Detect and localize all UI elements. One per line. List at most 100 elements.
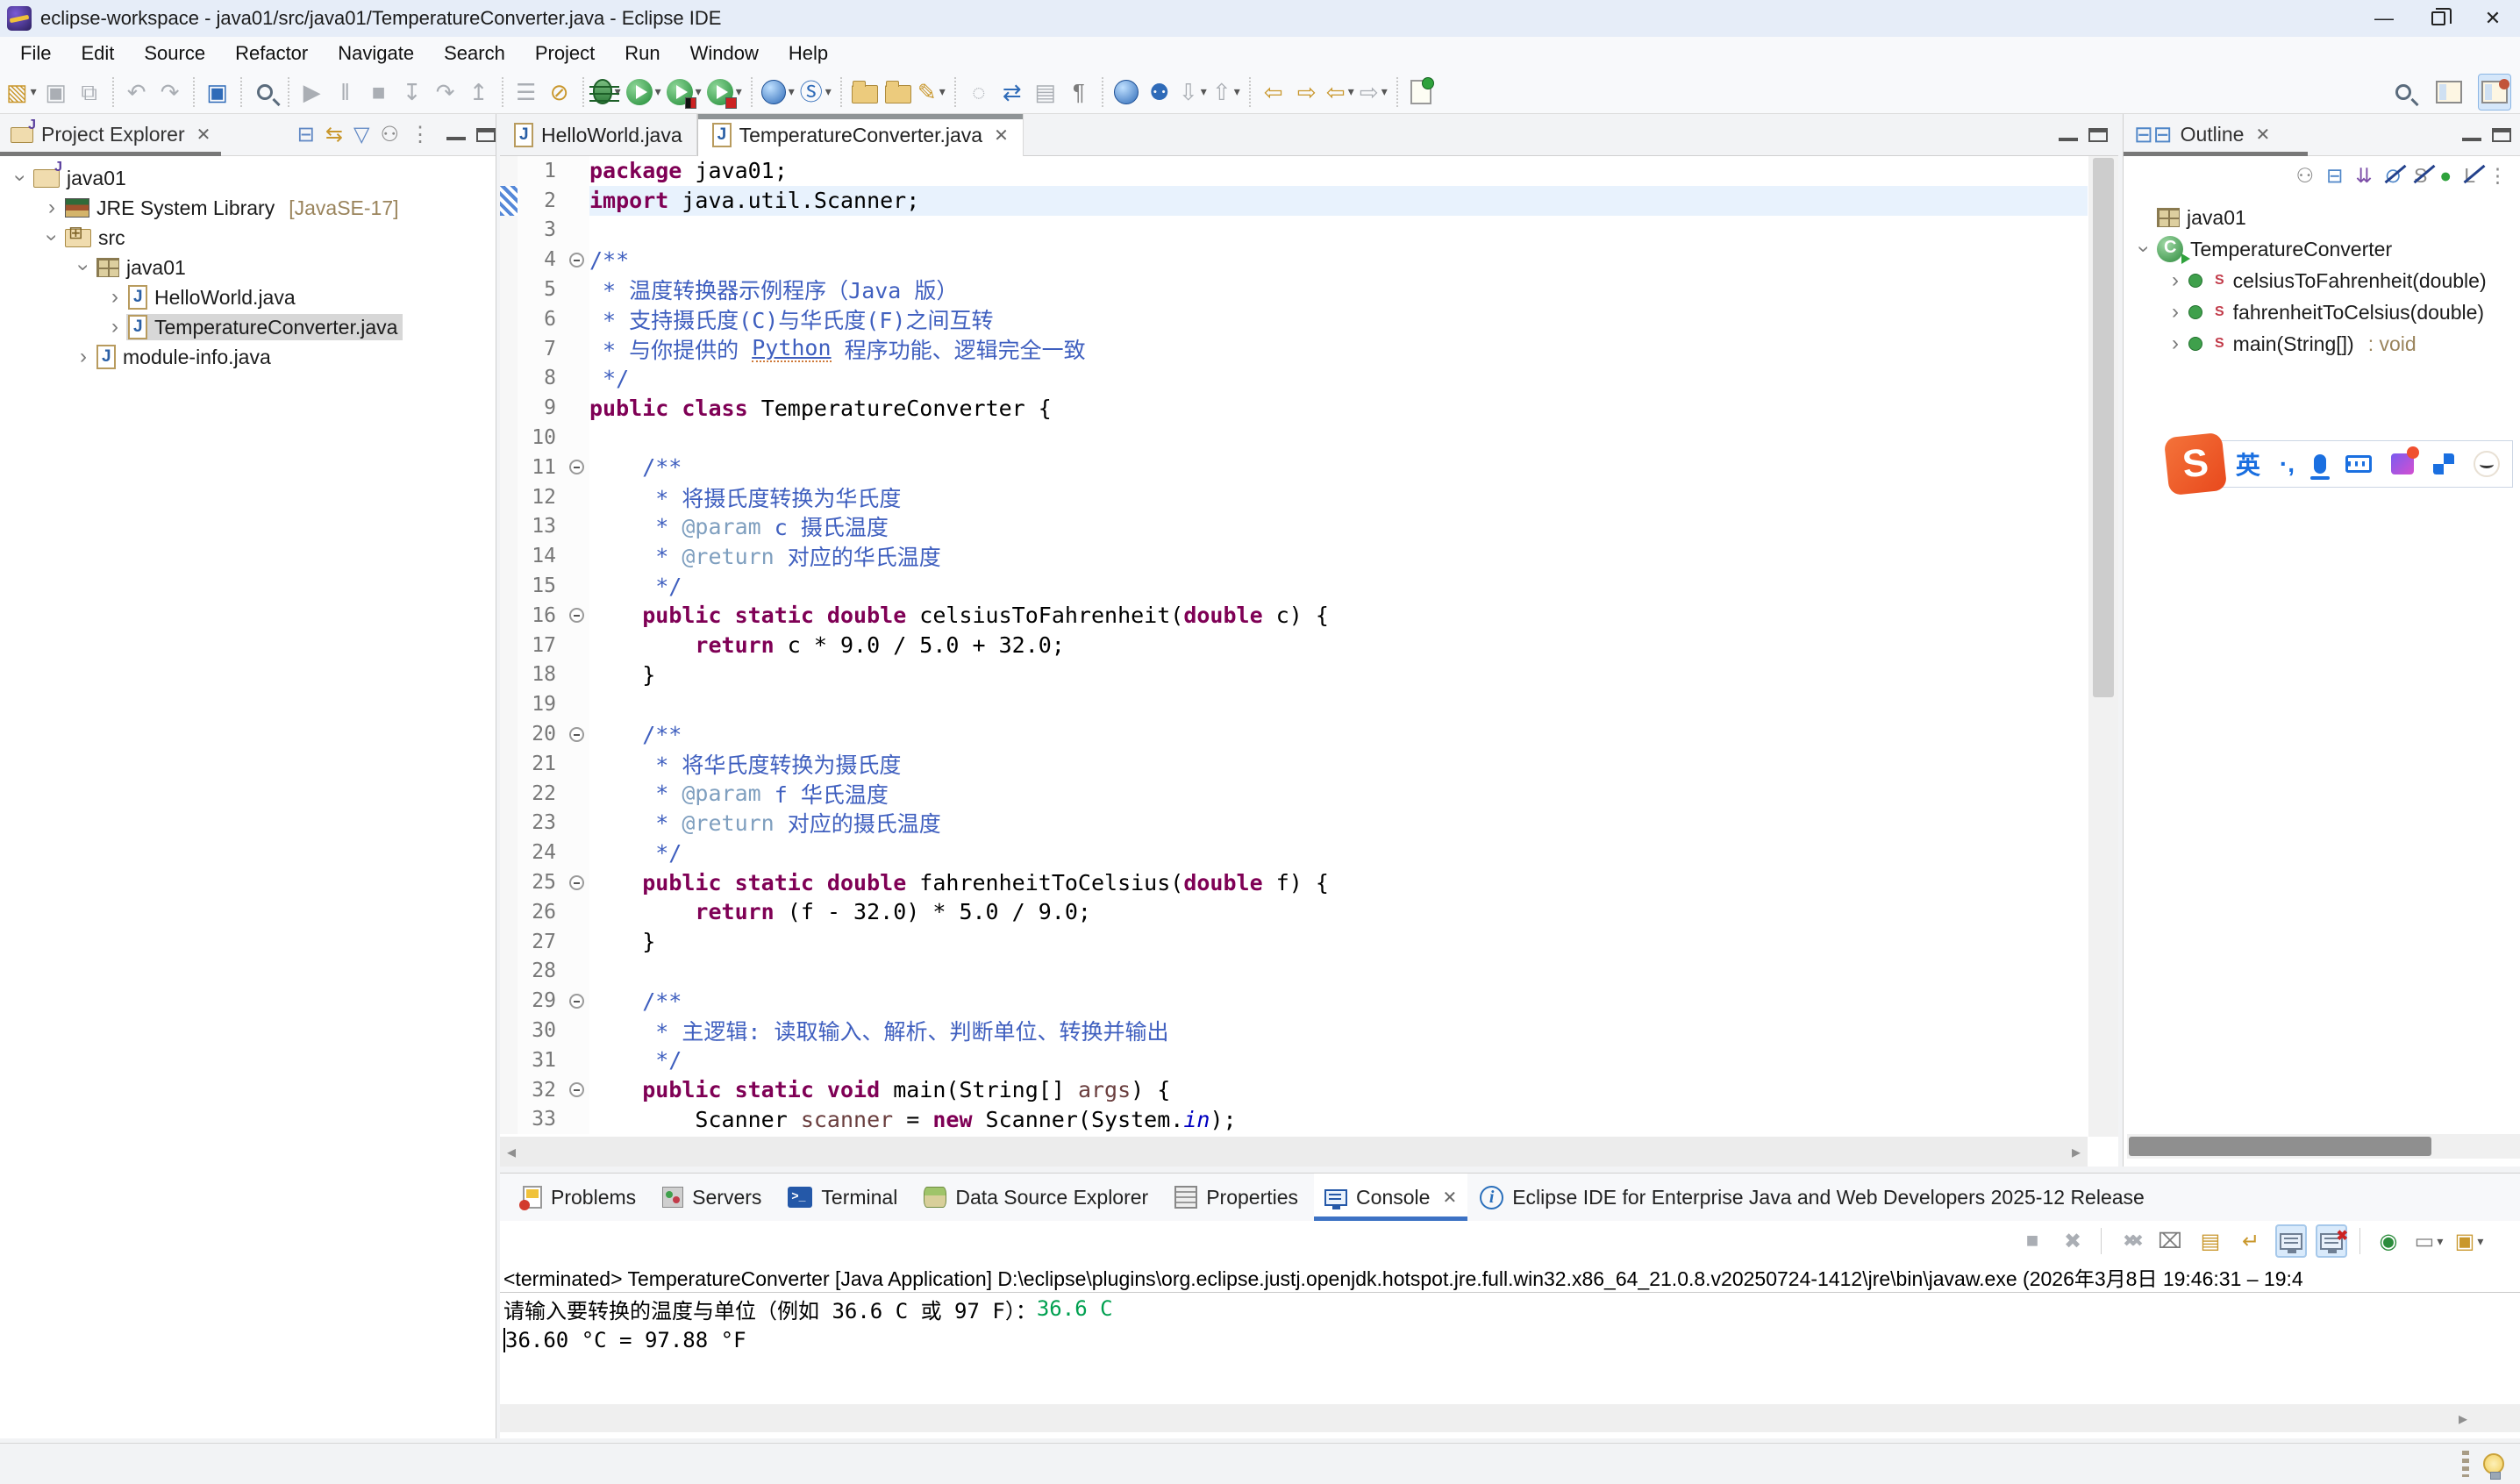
- notifications-bulb-icon[interactable]: [2483, 1453, 2504, 1474]
- remove-launch-button[interactable]: ✖: [2057, 1224, 2088, 1258]
- code-line-26[interactable]: 26 return (f - 32.0) * 5.0 / 9.0;: [500, 897, 2088, 927]
- scrollbar-thumb[interactable]: [2093, 158, 2114, 697]
- view-menu-icon[interactable]: ⋮: [410, 122, 431, 147]
- bottom-tab-problems[interactable]: Problems: [512, 1174, 646, 1221]
- coverage-button[interactable]: ▾: [664, 74, 704, 111]
- editor-vertical-scrollbar[interactable]: [2088, 156, 2118, 1137]
- hide-fields-icon[interactable]: ⊘: [2385, 164, 2402, 188]
- link-with-editor-icon[interactable]: ⇆: [325, 122, 343, 147]
- code-line-15[interactable]: 15 */: [500, 571, 2088, 601]
- skin-button[interactable]: [2391, 453, 2414, 474]
- code-line-23[interactable]: 23 * @return 对应的摄氏温度: [500, 809, 2088, 838]
- menu-item-run[interactable]: Run: [610, 37, 675, 70]
- emoji-button[interactable]: [2474, 451, 2500, 477]
- close-icon[interactable]: ✕: [2255, 124, 2270, 146]
- search-button[interactable]: [2387, 74, 2420, 111]
- close-icon[interactable]: ✕: [196, 124, 211, 146]
- expand-arrow-icon[interactable]: ›: [40, 196, 63, 220]
- code-line-11[interactable]: 11 /**: [500, 453, 2088, 482]
- step-into-button[interactable]: ↧: [396, 74, 429, 111]
- code-line-1[interactable]: 1package java01;: [500, 156, 2088, 186]
- code-line-19[interactable]: 19: [500, 689, 2088, 719]
- code-line-13[interactable]: 13 * @param c 摄氏温度: [500, 512, 2088, 542]
- scrollbar-thumb[interactable]: [2129, 1137, 2431, 1156]
- fold-collapse-icon[interactable]: [569, 875, 584, 890]
- save-to-button[interactable]: ⇩▾: [1176, 74, 1210, 111]
- bottom-tab-terminal[interactable]: Terminal: [777, 1174, 908, 1221]
- debug-button[interactable]: ▾: [590, 74, 624, 111]
- annotate-button[interactable]: ✎▾: [915, 74, 948, 111]
- pin-editor-button[interactable]: [1404, 74, 1438, 111]
- code-line-7[interactable]: 7 * 与你提供的 Python 程序功能、逻辑完全一致: [500, 334, 2088, 364]
- menu-item-source[interactable]: Source: [129, 37, 220, 70]
- expand-arrow-icon[interactable]: ›: [2164, 300, 2187, 325]
- maximize-view-icon[interactable]: [2088, 128, 2108, 142]
- open-task-button[interactable]: ▣: [201, 74, 234, 111]
- fold-collapse-icon[interactable]: [569, 253, 584, 268]
- compare-editors-button[interactable]: ⇄: [996, 74, 1029, 111]
- filter-icon[interactable]: ▽: [353, 122, 369, 147]
- code-line-24[interactable]: 24 */: [500, 838, 2088, 867]
- expand-arrow-icon[interactable]: ›: [72, 345, 95, 369]
- new-wizard-button[interactable]: ▧▾: [4, 74, 39, 111]
- profile-button[interactable]: ▾: [704, 74, 745, 111]
- collapse-arrow-icon[interactable]: ›: [39, 226, 64, 249]
- code-line-27[interactable]: 27 }: [500, 927, 2088, 957]
- editor-tab-temperatureconverter-java[interactable]: TemperatureConverter.java✕: [697, 114, 1024, 156]
- minimize-view-icon[interactable]: [2462, 138, 2481, 141]
- terminate-button[interactable]: ■: [2017, 1224, 2048, 1258]
- undo-button[interactable]: ↶: [120, 74, 153, 111]
- outline-horizontal-scrollbar[interactable]: [2127, 1134, 2520, 1159]
- skip-all-breakpoints-button[interactable]: ⊘: [543, 74, 576, 111]
- show-view-button[interactable]: ▤: [1029, 74, 1062, 111]
- sogou-logo-icon[interactable]: S: [2164, 432, 2228, 496]
- code-line-18[interactable]: 18 }: [500, 660, 2088, 690]
- project-item-jre-system-library[interactable]: ›JRE System Library[JavaSE-17]: [0, 193, 496, 223]
- hide-non-public-icon[interactable]: ●: [2439, 164, 2452, 188]
- minimize-view-icon[interactable]: [2059, 138, 2078, 141]
- editor-tab-helloworld-java[interactable]: HelloWorld.java: [500, 114, 697, 156]
- import-button[interactable]: [848, 74, 882, 111]
- code-line-21[interactable]: 21 * 将华氏度转换为摄氏度: [500, 749, 2088, 779]
- close-icon[interactable]: ✕: [994, 125, 1009, 146]
- collapse-arrow-icon[interactable]: ›: [8, 167, 32, 189]
- open-browser-button[interactable]: [1110, 74, 1143, 111]
- outline-item-temperatureconverter[interactable]: ›TemperatureConverter: [2124, 233, 2520, 265]
- restore-button[interactable]: [2411, 0, 2466, 37]
- bottom-tab-properties[interactable]: Properties: [1164, 1174, 1309, 1221]
- language-toggle-button[interactable]: 英: [2236, 446, 2260, 482]
- outline-item-java01[interactable]: java01: [2124, 202, 2520, 233]
- fold-collapse-icon[interactable]: [569, 994, 584, 1009]
- show-stdout-changes-button[interactable]: [2275, 1224, 2307, 1258]
- maximize-view-icon[interactable]: [2492, 128, 2511, 142]
- code-line-9[interactable]: 9public class TemperatureConverter {: [500, 393, 2088, 423]
- menu-item-edit[interactable]: Edit: [66, 37, 129, 70]
- project-item-src[interactable]: ›src: [0, 223, 496, 253]
- terminate-button[interactable]: ■: [362, 74, 396, 111]
- step-return-button[interactable]: ↥: [462, 74, 496, 111]
- project-item-java01[interactable]: ›java01: [0, 163, 496, 193]
- expand-arrow-icon[interactable]: ›: [2164, 268, 2187, 293]
- restore-from-button[interactable]: ⇧▾: [1210, 74, 1243, 111]
- code-line-8[interactable]: 8 */: [500, 364, 2088, 394]
- next-edit-location-button[interactable]: ⇨: [1290, 74, 1324, 111]
- scroll-left-arrow[interactable]: ◂: [507, 1141, 516, 1163]
- project-item-temperatureconverter-java[interactable]: ›TemperatureConverter.java: [0, 312, 496, 342]
- menu-item-project[interactable]: Project: [520, 37, 610, 70]
- code-line-32[interactable]: 32 public static void main(String[] args…: [500, 1075, 2088, 1105]
- bottom-tab-data-source-explorer[interactable]: Data Source Explorer: [913, 1174, 1159, 1221]
- previous-edit-location-button[interactable]: ⇦: [1257, 74, 1290, 111]
- run-on-server-button[interactable]: ⚉: [1143, 74, 1176, 111]
- code-line-10[interactable]: 10: [500, 423, 2088, 453]
- collapse-all-icon[interactable]: ⊟: [297, 122, 315, 147]
- run-button[interactable]: ▾: [624, 74, 664, 111]
- fold-collapse-icon[interactable]: [569, 460, 584, 474]
- hide-local-types-icon[interactable]: L: [2464, 164, 2475, 188]
- code-line-17[interactable]: 17 return c * 9.0 / 5.0 + 32.0;: [500, 631, 2088, 660]
- expand-arrow-icon[interactable]: ›: [104, 285, 126, 310]
- fold-collapse-icon[interactable]: [569, 1082, 584, 1097]
- code-line-16[interactable]: 16 public static double celsiusToFahrenh…: [500, 601, 2088, 631]
- word-wrap-button[interactable]: ↵: [2235, 1224, 2267, 1258]
- back-history-button[interactable]: ⇦▾: [1324, 74, 1357, 111]
- search-flashlight-button[interactable]: [248, 74, 282, 111]
